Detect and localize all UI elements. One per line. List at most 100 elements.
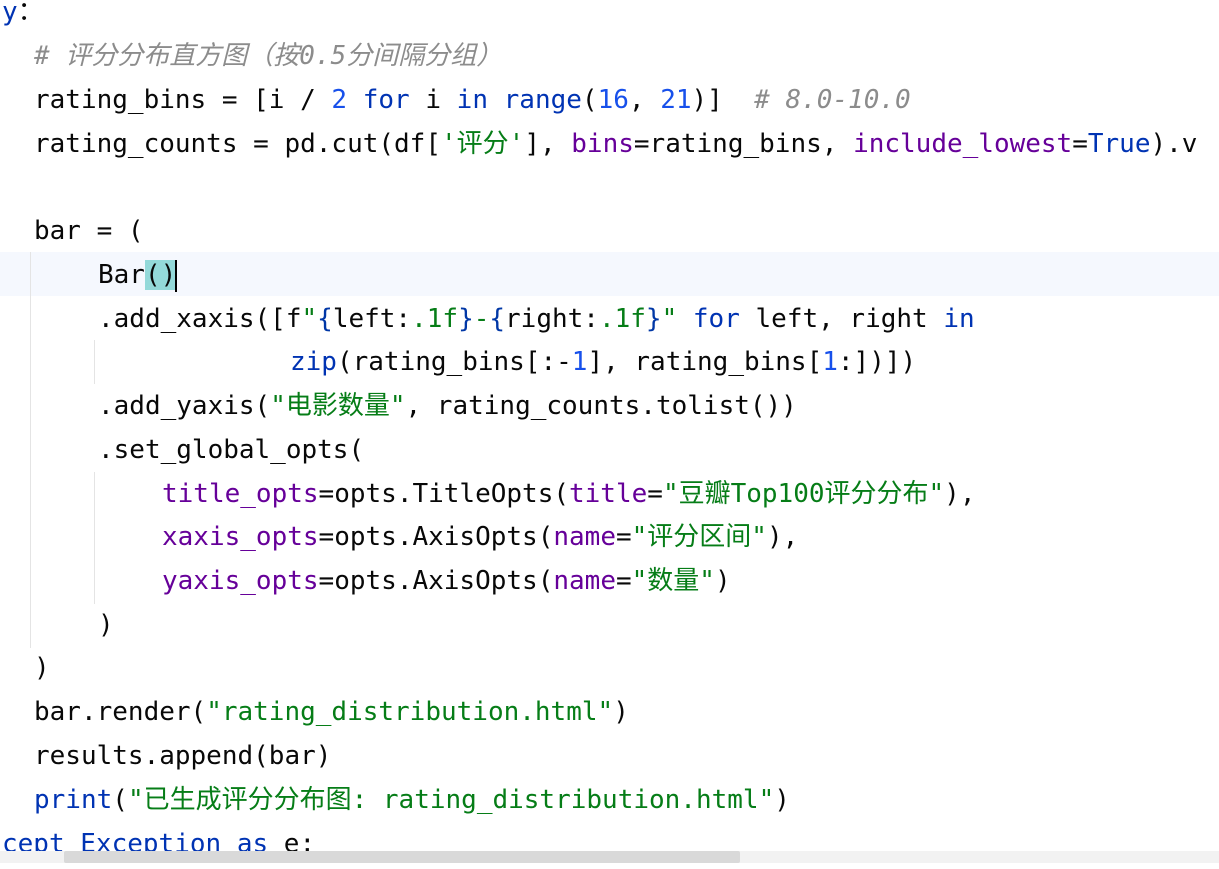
code-token: =rating_bins,	[633, 129, 854, 159]
code-line[interactable]: )	[98, 603, 114, 647]
code-token: ),	[766, 522, 799, 552]
code-token: rating_counts = pd.cut(df[	[34, 129, 441, 159]
code-editor[interactable]: y： # 评分分布直方图（按0.5分间隔分组） rating_bins = [i…	[0, 0, 1219, 869]
code-line[interactable]: y：	[2, 0, 44, 34]
code-line[interactable]: yaxis_opts=opts.AxisOpts(name="数量")	[162, 559, 731, 603]
code-line[interactable]: # 评分分布直方图（按0.5分间隔分组）	[34, 34, 502, 78]
keyword-token: for	[692, 304, 740, 334]
code-line[interactable]: Bar()	[98, 253, 178, 297]
code-line[interactable]: xaxis_opts=opts.AxisOpts(name="评分区间"),	[162, 515, 798, 559]
brace-match-token: ()	[144, 260, 177, 290]
comment-token: # 8.0-10.0	[754, 85, 911, 115]
code-line[interactable]: .add_yaxis("电影数量", rating_counts.tolist(…	[98, 384, 797, 428]
code-token: )	[774, 785, 790, 815]
parameter-token: name	[553, 566, 616, 596]
code-token: =	[1072, 129, 1088, 159]
parameter-token: name	[553, 522, 616, 552]
code-token: bar.render(	[34, 697, 207, 727]
number-token: 2	[331, 85, 348, 115]
horizontal-scrollbar-thumb[interactable]	[64, 851, 740, 863]
number-token: 21	[660, 85, 692, 115]
code-token: rating_bins = [i /	[34, 85, 332, 115]
indent-guide	[94, 472, 95, 604]
string-token: "评分区间"	[631, 522, 767, 552]
code-token: .add_xaxis([f	[98, 304, 302, 334]
code-line[interactable]: print("已生成评分分布图: rating_distribution.htm…	[34, 778, 790, 822]
code-token: =opts.AxisOpts(	[318, 522, 554, 552]
number-token: 1	[571, 347, 588, 377]
code-line[interactable]: zip(rating_bins[:-1], rating_bins[1:])])	[290, 340, 916, 384]
keyword-token: zip	[290, 347, 337, 377]
code-token: .add_yaxis(	[98, 391, 271, 421]
keyword-token: for	[362, 85, 410, 115]
string-token: "已生成评分分布图: rating_distribution.html"	[127, 785, 775, 815]
code-line[interactable]: bar.render("rating_distribution.html")	[34, 690, 629, 734]
code-token: =	[615, 566, 632, 596]
code-token: ),	[944, 479, 976, 509]
fstring-token: .1f	[411, 304, 459, 334]
code-token: )]	[691, 85, 755, 115]
parameter-token: bins	[571, 129, 634, 159]
keyword-token: in	[456, 85, 488, 115]
string-token: "rating_distribution.html"	[206, 697, 614, 727]
code-token: Bar	[98, 260, 145, 290]
code-line[interactable]: .set_global_opts(	[98, 428, 364, 472]
fstring-token: .1f	[598, 304, 646, 334]
number-token: 1	[822, 347, 838, 377]
code-token: .set_global_opts(	[98, 435, 365, 465]
code-token: ], rating_bins[	[587, 347, 823, 377]
code-token: (	[112, 785, 128, 815]
brace-token: }	[645, 304, 662, 334]
fstring-token: "	[661, 304, 678, 334]
keyword-token: print	[34, 785, 113, 815]
number-token: 16	[597, 85, 629, 115]
comment-token: # 评分分布直方图（按0.5分间隔分组）	[34, 41, 503, 71]
code-token: , rating_counts.tolist())	[405, 391, 797, 421]
keyword-token: y	[2, 0, 18, 27]
code-line[interactable]: title_opts=opts.TitleOpts(title="豆瓣Top10…	[162, 472, 975, 516]
fstring-token: -	[473, 304, 490, 334]
code-token: )	[98, 610, 114, 640]
code-token: ).v	[1150, 129, 1198, 159]
code-line[interactable]: results.append(bar)	[34, 734, 331, 778]
code-line[interactable]: rating_counts = pd.cut(df['评分'], bins=ra…	[34, 122, 1197, 166]
brace-token: {	[317, 304, 333, 334]
indent-guide	[30, 252, 31, 648]
code-line[interactable]: bar = (	[34, 209, 144, 253]
code-token: :])])	[837, 347, 917, 377]
code-token: (rating_bins[:-	[336, 347, 572, 377]
keyword-token: in	[943, 304, 975, 334]
code-token: =	[647, 479, 663, 509]
current-line-highlight	[0, 252, 1219, 296]
text-caret	[175, 259, 178, 292]
parameter-token: title	[569, 479, 648, 509]
parameter-token: include_lowest	[853, 129, 1073, 159]
code-token: results.append(bar)	[34, 741, 332, 771]
code-token: (	[581, 85, 598, 115]
code-token: )	[714, 566, 731, 596]
keyword-token: range	[503, 85, 582, 115]
code-token: right:	[505, 304, 599, 334]
code-token: =opts.TitleOpts(	[318, 479, 569, 509]
keyword-token: True	[1087, 129, 1151, 159]
code-token: =opts.AxisOpts(	[318, 566, 554, 596]
parameter-token: title_opts	[162, 479, 319, 509]
string-token: "数量"	[631, 566, 715, 596]
code-token: ,	[628, 85, 661, 115]
code-line[interactable]: rating_bins = [i / 2 for i in range(16, …	[34, 78, 911, 122]
code-token: )	[613, 697, 629, 727]
parameter-token: xaxis_opts	[162, 522, 319, 552]
parameter-token: yaxis_opts	[162, 566, 319, 596]
code-line[interactable]: )	[34, 646, 50, 690]
indent-guide	[94, 340, 95, 384]
code-token: i	[409, 85, 457, 115]
code-token: )	[34, 653, 50, 683]
brace-token: }	[458, 304, 474, 334]
code-line[interactable]: .add_xaxis([f"{left:.1f}-{right:.1f}" fo…	[98, 297, 975, 341]
code-token: ：	[17, 0, 44, 27]
code-token: bar = (	[34, 216, 144, 246]
code-token: =	[615, 522, 632, 552]
